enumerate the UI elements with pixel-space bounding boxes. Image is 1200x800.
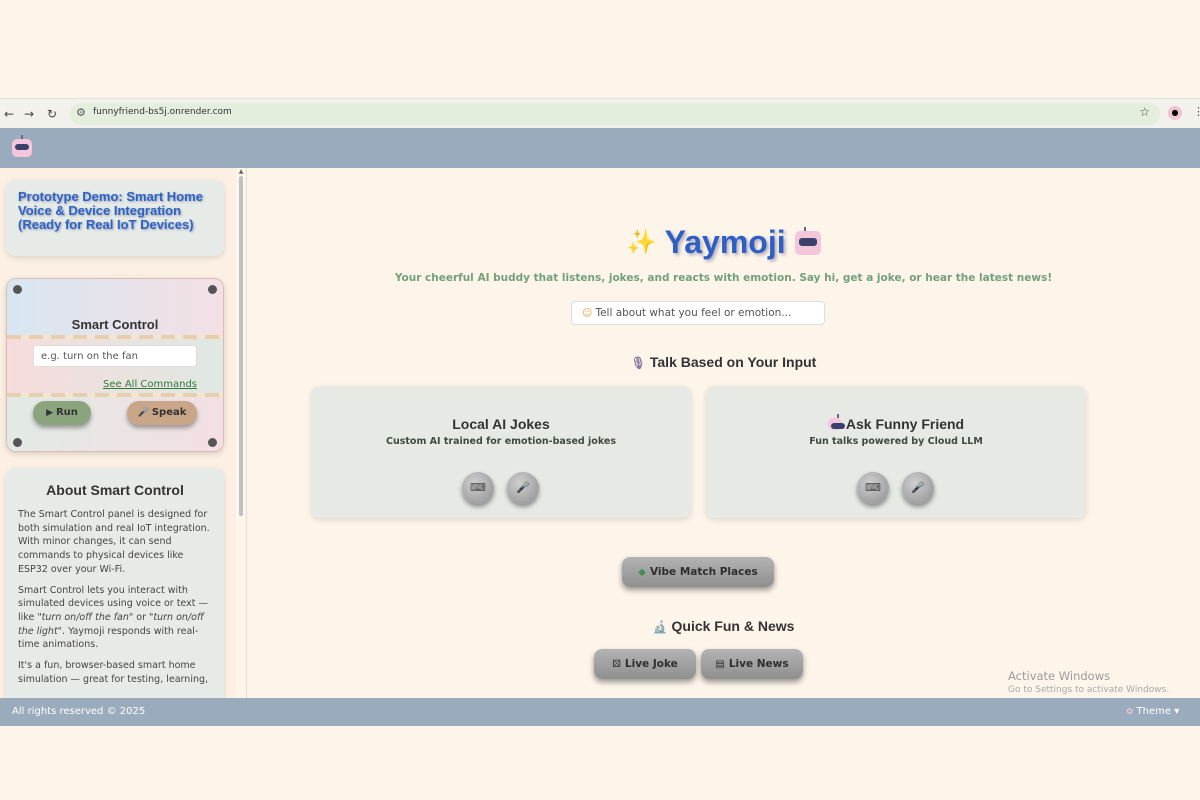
card-title-text: Ask Funny Friend bbox=[845, 416, 965, 432]
main-content: ✨ Yaymoji Your cheerful AI buddy that li… bbox=[247, 168, 1200, 698]
feeling-input[interactable]: ☺ Tell about what you feel or emotion... bbox=[571, 301, 825, 325]
back-arrow-icon[interactable]: ← bbox=[0, 105, 18, 123]
microphone-icon: 🎤 bbox=[516, 481, 530, 494]
example-command: "turn on/off the fan" bbox=[37, 611, 134, 623]
microphone-icon: 🎤 bbox=[911, 481, 925, 494]
vibe-match-places-button[interactable]: ◆ Vibe Match Places bbox=[622, 557, 774, 587]
profile-icon[interactable]: ● bbox=[1168, 106, 1182, 120]
microscope-icon: 🔬 bbox=[652, 620, 668, 634]
dice-icon: ⚄ bbox=[612, 659, 621, 670]
mic-button[interactable]: 🎤 bbox=[507, 472, 539, 504]
screw-icon bbox=[208, 438, 217, 447]
sidebar: Prototype Demo: Smart Home Voice & Devic… bbox=[0, 168, 236, 698]
sidebar-scrollbar[interactable]: ▲ bbox=[238, 168, 244, 698]
prototype-card: Prototype Demo: Smart Home Voice & Devic… bbox=[6, 180, 224, 256]
live-news-button[interactable]: ▤ Live News bbox=[701, 649, 803, 679]
card-subtitle: Fun talks powered by Cloud LLM bbox=[809, 436, 983, 447]
quick-heading: 🔬 Quick Fun & News bbox=[247, 618, 1200, 634]
card-title: Local AI Jokes bbox=[452, 416, 550, 432]
quick-heading-text: Quick Fun & News bbox=[671, 618, 795, 634]
card-subtitle: Custom AI trained for emotion-based joke… bbox=[386, 436, 616, 447]
newspaper-icon: ▤ bbox=[715, 659, 725, 670]
talk-heading-text: Talk Based on Your Input bbox=[649, 354, 817, 370]
run-button[interactable]: ▶ Run bbox=[33, 401, 91, 425]
more-vert-icon[interactable]: ⋮ bbox=[1193, 105, 1200, 118]
robot-icon[interactable] bbox=[12, 135, 32, 157]
run-label: Run bbox=[55, 407, 78, 418]
activate-windows-title: Activate Windows bbox=[1008, 669, 1111, 683]
screw-icon bbox=[13, 438, 22, 447]
scrollbar-thumb[interactable] bbox=[239, 176, 243, 516]
about-paragraph: It's a fun, browser-based smart home sim… bbox=[18, 660, 209, 685]
play-icon: ▶ bbox=[46, 408, 53, 418]
live-joke-button[interactable]: ⚄ Live Joke bbox=[594, 649, 696, 679]
see-all-commands-link[interactable]: See All Commands bbox=[103, 379, 197, 390]
microphone-icon: 🎤 bbox=[137, 408, 149, 418]
app-header bbox=[0, 128, 1200, 168]
scroll-up-icon[interactable]: ▲ bbox=[238, 168, 244, 175]
page-title: ✨ Yaymoji bbox=[247, 224, 1200, 261]
speak-button[interactable]: 🎤 Speak bbox=[127, 401, 197, 425]
footer: All rights reserved © 2025 ✿ Theme ▾ bbox=[0, 698, 1200, 726]
about-paragraph: The Smart Control panel is designed for … bbox=[18, 509, 210, 575]
talk-heading: 🎙 Talk Based on Your Input bbox=[247, 354, 1200, 370]
live-joke-label: Live Joke bbox=[624, 658, 678, 670]
ask-funny-friend-card: Ask Funny Friend Fun talks powered by Cl… bbox=[706, 386, 1086, 518]
activate-windows-subtitle: Go to Settings to activate Windows. bbox=[1008, 685, 1170, 695]
copyright-text: All rights reserved © 2025 bbox=[12, 706, 146, 717]
browser-toolbar: ← → ↻ ⚙ funnyfriend-bs5j.onrender.com ☆ … bbox=[0, 98, 1200, 128]
keyboard-button[interactable]: ⌨ bbox=[857, 472, 889, 504]
forward-arrow-icon[interactable]: → bbox=[20, 105, 38, 123]
about-card: About Smart Control The Smart Control pa… bbox=[6, 468, 224, 698]
keyboard-button[interactable]: ⌨ bbox=[462, 472, 494, 504]
map-icon: ◆ bbox=[638, 567, 646, 578]
star-icon[interactable]: ☆ bbox=[1139, 105, 1150, 119]
palette-icon: ✿ bbox=[1126, 707, 1134, 717]
smiley-icon: ☺ bbox=[582, 308, 593, 319]
about-title: About Smart Control bbox=[46, 482, 184, 498]
speak-label: Speak bbox=[151, 407, 187, 418]
tagline: Your cheerful AI buddy that listens, jok… bbox=[394, 272, 1053, 284]
address-bar[interactable]: ⚙ funnyfriend-bs5j.onrender.com ☆ bbox=[70, 103, 1160, 125]
feeling-placeholder: Tell about what you feel or emotion... bbox=[595, 307, 792, 319]
keyboard-icon: ⌨ bbox=[865, 481, 881, 494]
robot-icon bbox=[827, 414, 845, 430]
prototype-title: Prototype Demo: Smart Home Voice & Devic… bbox=[18, 189, 203, 232]
command-input[interactable] bbox=[33, 345, 197, 367]
microphone-icon: 🎙 bbox=[630, 356, 646, 370]
theme-dropdown[interactable]: ✿ Theme ▾ bbox=[1126, 706, 1179, 717]
sparkles-icon: ✨ bbox=[626, 229, 657, 256]
tune-icon[interactable]: ⚙ bbox=[76, 106, 86, 119]
robot-icon bbox=[794, 227, 821, 255]
smart-control-panel: Smart Control See All Commands ▶Run 🎤Spe… bbox=[6, 278, 224, 452]
screw-icon bbox=[13, 285, 22, 294]
smart-control-title: Smart Control bbox=[71, 317, 159, 332]
app-title: Yaymoji bbox=[664, 224, 786, 260]
vibe-label: Vibe Match Places bbox=[649, 566, 758, 578]
about-text: or bbox=[133, 611, 150, 623]
mic-button[interactable]: 🎤 bbox=[902, 472, 934, 504]
reload-icon[interactable]: ↻ bbox=[43, 105, 61, 123]
url-text[interactable]: funnyfriend-bs5j.onrender.com bbox=[93, 107, 232, 117]
theme-label: Theme bbox=[1136, 706, 1172, 717]
about-paragraph: Smart Control lets you interact with sim… bbox=[18, 584, 212, 653]
keyboard-icon: ⌨ bbox=[470, 481, 486, 494]
card-title: Ask Funny Friend bbox=[706, 414, 1086, 432]
screw-icon bbox=[208, 285, 217, 294]
caret-down-icon: ▾ bbox=[1174, 706, 1180, 717]
live-news-label: Live News bbox=[728, 658, 789, 670]
local-ai-jokes-card: Local AI Jokes Custom AI trained for emo… bbox=[311, 386, 691, 518]
